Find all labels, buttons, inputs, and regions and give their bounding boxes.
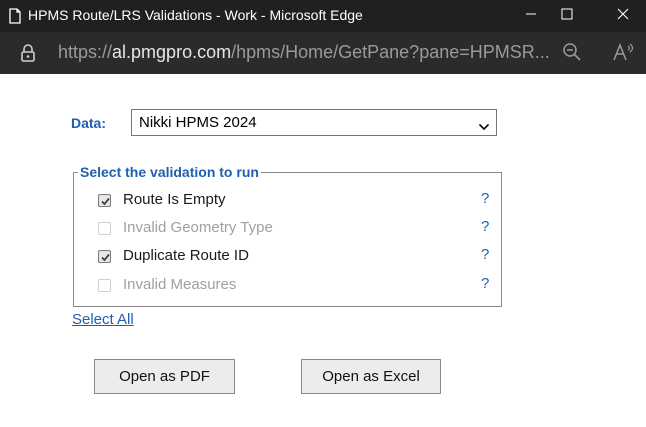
checkbox-route-is-empty[interactable] — [98, 194, 111, 207]
validation-row-duplicate-route-id: Duplicate Route ID ? — [98, 246, 498, 268]
help-link[interactable]: ? — [481, 218, 489, 235]
validation-label: Invalid Geometry Type — [123, 219, 273, 236]
validation-row-route-is-empty: Route Is Empty ? — [98, 190, 498, 212]
edge-page-icon — [8, 8, 22, 29]
url-path: /hpms/Home/GetPane?pane=HPMSR... — [231, 42, 550, 62]
url-field[interactable]: https://al.pmgpro.com/hpms/Home/GetPane?… — [58, 42, 550, 63]
validation-label: Route Is Empty — [123, 191, 226, 208]
help-link[interactable]: ? — [481, 190, 489, 207]
validation-label: Duplicate Route ID — [123, 247, 249, 264]
data-select[interactable]: Nikki HPMS 2024 — [131, 109, 497, 136]
data-select-value: Nikki HPMS 2024 — [139, 114, 257, 131]
close-button[interactable] — [600, 0, 646, 32]
page-content: Data: Nikki HPMS 2024 Select the validat… — [0, 74, 646, 427]
url-prefix: https:// — [58, 42, 113, 62]
validation-label: Invalid Measures — [123, 276, 237, 293]
help-link[interactable]: ? — [481, 275, 489, 292]
validation-fieldset: Select the validation to run Route Is Em… — [73, 164, 502, 307]
minimize-icon — [525, 7, 537, 25]
data-label: Data: — [71, 115, 107, 131]
open-as-excel-button[interactable]: Open as Excel — [301, 359, 441, 394]
maximize-icon — [561, 7, 573, 25]
url-host: al.pmgpro.com — [112, 42, 232, 62]
maximize-button[interactable] — [544, 0, 590, 32]
help-link[interactable]: ? — [481, 246, 489, 263]
lock-icon[interactable] — [20, 43, 36, 68]
window-titlebar: HPMS Route/LRS Validations - Work - Micr… — [0, 0, 646, 32]
open-as-pdf-button[interactable]: Open as PDF — [94, 359, 235, 394]
select-all-link[interactable]: Select All — [72, 311, 134, 328]
validation-row-invalid-geometry-type: Invalid Geometry Type ? — [98, 218, 498, 240]
address-bar: https://al.pmgpro.com/hpms/Home/GetPane?… — [0, 32, 646, 74]
window-title: HPMS Route/LRS Validations - Work - Micr… — [28, 7, 363, 23]
close-icon — [617, 7, 629, 25]
zoom-out-icon[interactable] — [562, 42, 582, 67]
checkbox-invalid-measures[interactable] — [98, 279, 111, 292]
validation-row-invalid-measures: Invalid Measures ? — [98, 275, 498, 297]
read-aloud-icon[interactable] — [612, 42, 634, 67]
validation-legend: Select the validation to run — [78, 164, 261, 180]
checkbox-invalid-geometry-type[interactable] — [98, 222, 111, 235]
checkbox-duplicate-route-id[interactable] — [98, 250, 111, 263]
chevron-down-icon — [478, 118, 490, 135]
